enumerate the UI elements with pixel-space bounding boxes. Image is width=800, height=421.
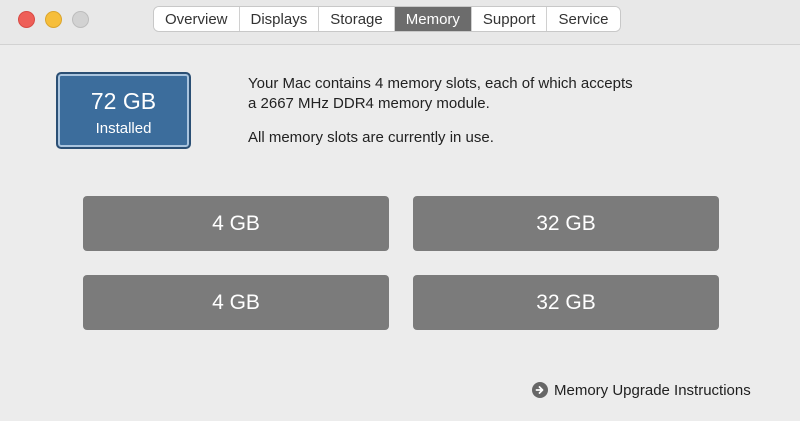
arrow-circle-right-icon xyxy=(532,382,548,398)
zoom-window-button[interactable] xyxy=(72,11,89,28)
tab-support[interactable]: Support xyxy=(471,7,548,31)
memory-description-line-1: Your Mac contains 4 memory slots, each o… xyxy=(248,75,633,92)
minimize-window-button[interactable] xyxy=(45,11,62,28)
tab-memory[interactable]: Memory xyxy=(394,7,472,31)
memory-slot-description: Your Mac contains 4 memory slots, each o… xyxy=(248,74,688,114)
memory-slot-3: 4 GB xyxy=(83,275,389,330)
memory-description-line-2: a 2667 MHz DDR4 memory module. xyxy=(248,95,490,112)
tab-bar: Overview Displays Storage Memory Support… xyxy=(153,6,621,32)
installed-memory-label: Installed xyxy=(95,120,152,137)
installed-memory-badge: 72 GB Installed xyxy=(56,72,191,149)
close-window-button[interactable] xyxy=(18,11,35,28)
window-titlebar: Overview Displays Storage Memory Support… xyxy=(0,0,800,45)
tab-overview[interactable]: Overview xyxy=(154,7,240,31)
memory-slot-status: All memory slots are currently in use. xyxy=(248,129,494,146)
memory-slot-2: 32 GB xyxy=(413,196,719,251)
tab-storage[interactable]: Storage xyxy=(319,7,395,31)
memory-upgrade-instructions-link[interactable]: Memory Upgrade Instructions xyxy=(532,380,751,400)
memory-upgrade-instructions-label: Memory Upgrade Instructions xyxy=(554,381,751,399)
memory-slot-4: 32 GB xyxy=(413,275,719,330)
memory-slot-1: 4 GB xyxy=(83,196,389,251)
installed-memory-amount: 72 GB xyxy=(90,88,157,114)
tab-displays[interactable]: Displays xyxy=(239,7,320,31)
tab-service[interactable]: Service xyxy=(547,7,620,31)
